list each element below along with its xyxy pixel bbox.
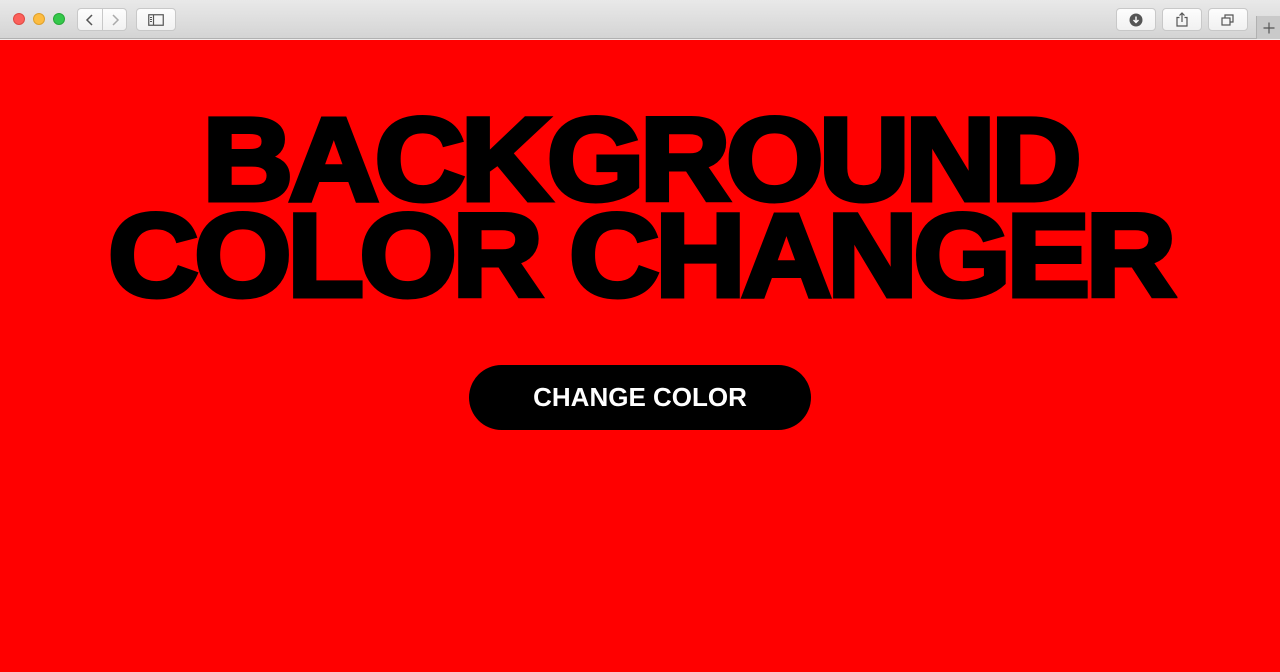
close-window-button[interactable] — [13, 13, 25, 25]
downloads-button[interactable] — [1116, 8, 1156, 31]
sidebar-toggle-button[interactable] — [136, 8, 176, 31]
back-button[interactable] — [77, 8, 102, 31]
forward-button[interactable] — [102, 8, 127, 31]
change-color-button[interactable]: CHANGE COLOR — [469, 365, 811, 430]
download-icon — [1129, 13, 1143, 26]
chevron-left-icon — [85, 13, 93, 26]
chevron-right-icon — [111, 13, 119, 26]
page-title-line-2: COLOR CHANGER — [106, 190, 1179, 322]
plus-icon — [1263, 22, 1274, 33]
share-icon — [1176, 12, 1188, 27]
sidebar-icon — [148, 13, 164, 26]
minimize-window-button[interactable] — [33, 13, 45, 25]
tab-overview-button[interactable] — [1208, 8, 1248, 31]
share-button[interactable] — [1162, 8, 1202, 31]
navigation-buttons — [77, 8, 128, 31]
new-tab-button[interactable] — [1256, 16, 1280, 39]
zoom-window-button[interactable] — [53, 13, 65, 25]
tab-overview-icon — [1221, 13, 1234, 26]
page-content: BACKGROUND COLOR CHANGER CHANGE COLOR — [0, 40, 1280, 672]
browser-toolbar — [0, 0, 1280, 39]
page-title: BACKGROUND COLOR CHANGER — [0, 99, 1280, 322]
